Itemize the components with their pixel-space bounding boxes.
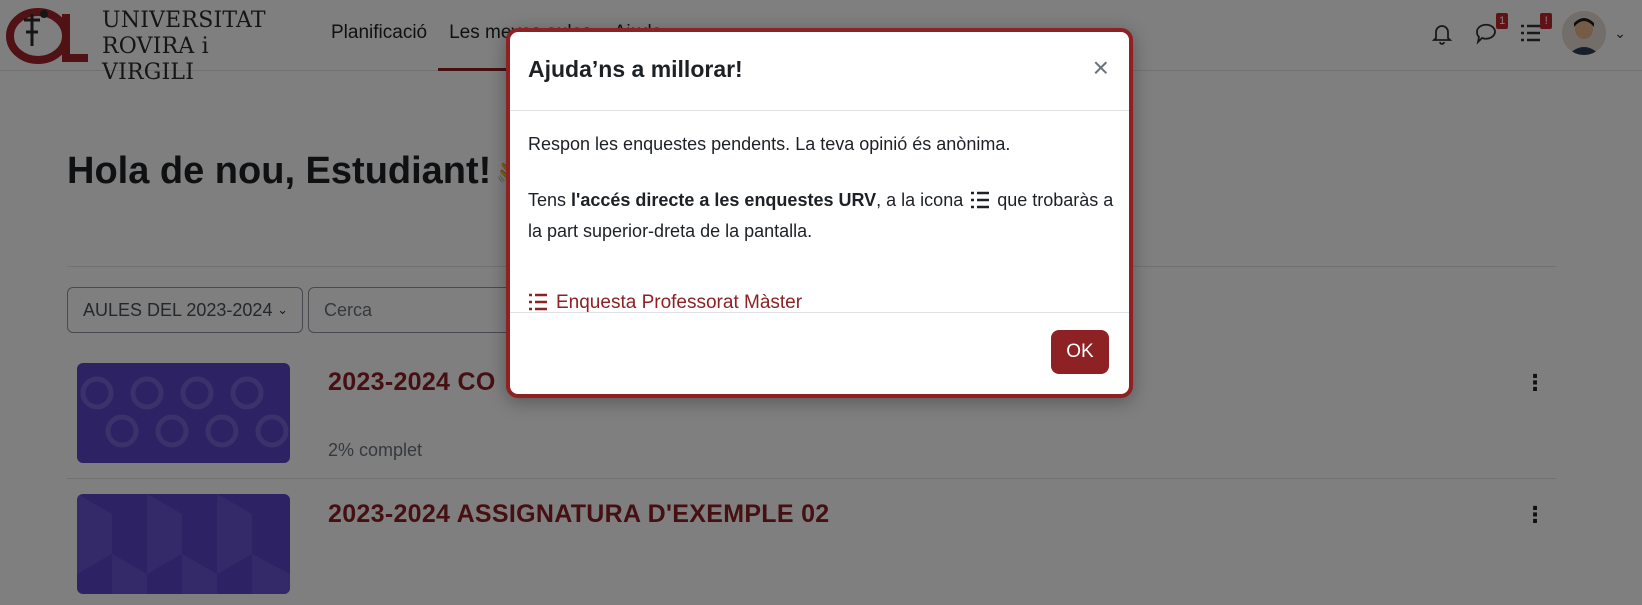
close-icon[interactable]: × [1093,54,1109,82]
survey-list-icon [529,293,547,311]
ok-button[interactable]: OK [1051,330,1109,374]
modal-header: Ajuda’ns a millorar! × [510,32,1129,111]
modal-footer [510,312,1129,313]
survey-list-icon [970,189,990,217]
line2-mid: , a la icona [876,190,969,210]
modal-body: Respon les enquestes pendents. La teva o… [528,130,1118,273]
line2-prefix: Tens [528,190,572,210]
modal-title: Ajuda’ns a millorar! [528,56,743,82]
survey-link[interactable]: Enquesta Professorat Màster [528,292,802,314]
page: UNIVERSITAT ROVIRA i VIRGILI Planificaci… [0,0,1642,605]
line2-bold: l'accés directe a les enquestes URV [571,190,877,210]
modal-text-line2: Tens l'accés directe a les enquestes URV… [528,186,1118,245]
survey-modal: Ajuda’ns a millorar! × Respon les enques… [506,28,1133,398]
modal-text-line1: Respon les enquestes pendents. La teva o… [528,134,1011,154]
survey-link-label: Enquesta Professorat Màster [556,292,803,313]
